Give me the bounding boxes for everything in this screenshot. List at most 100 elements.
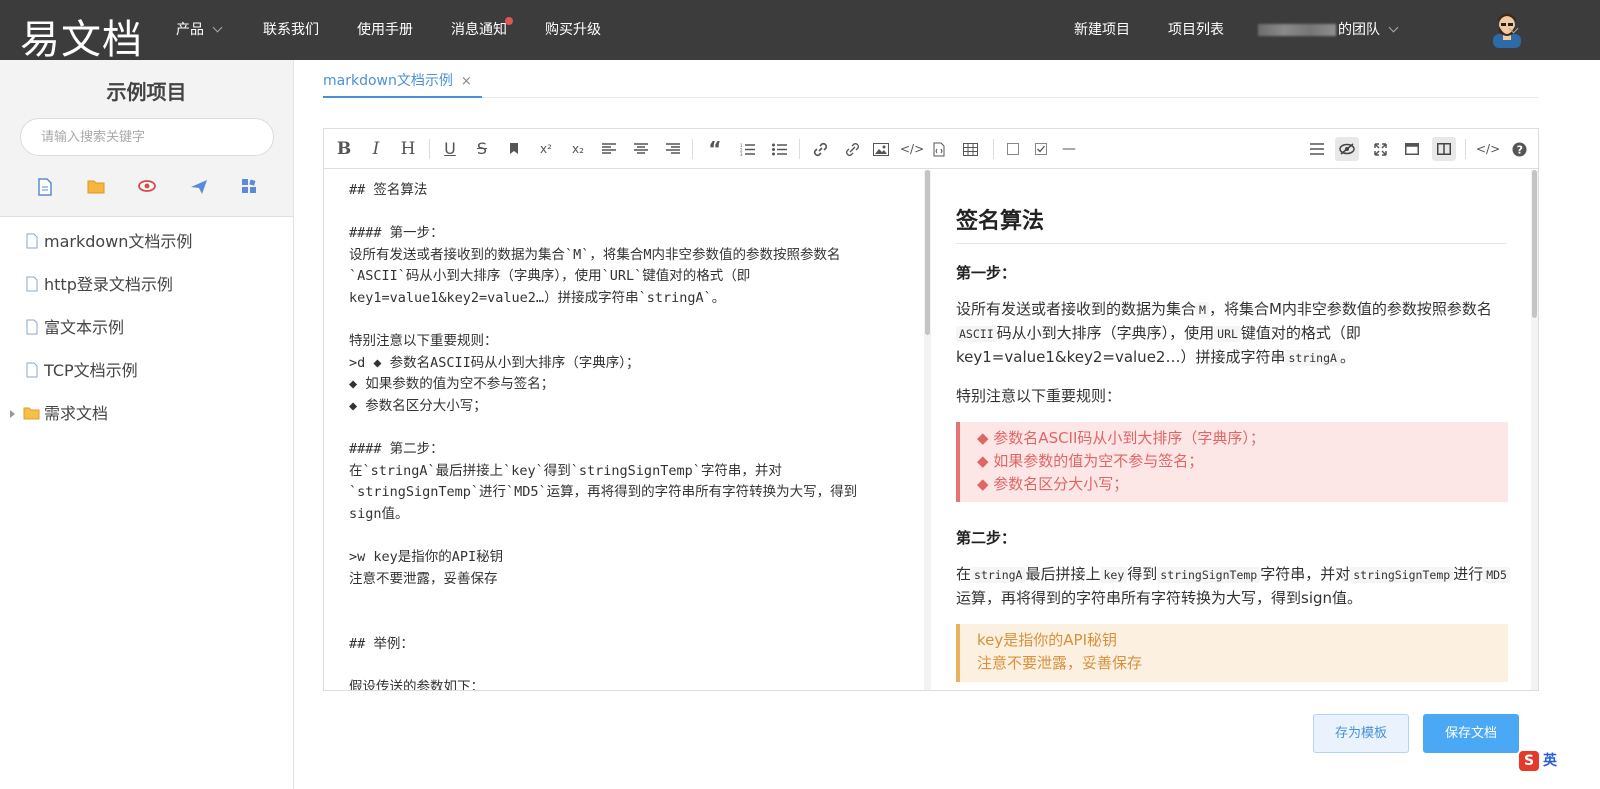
nav-notifications-label: 消息通知: [451, 22, 507, 38]
tree-item-requirements[interactable]: 需求文档: [0, 404, 293, 447]
markdown-source-pane[interactable]: ## 签名算法 #### 第一步： 设所有发送或者接收到的数据为集合`M`，将集合M…: [324, 170, 927, 690]
superscript-icon[interactable]: x²: [534, 137, 558, 161]
table-icon[interactable]: [958, 137, 982, 161]
split-view-icon[interactable]: [1432, 137, 1456, 161]
toggle-preview-eye-icon[interactable]: [1335, 137, 1359, 161]
notification-dot: [505, 17, 513, 25]
project-title: 示例项目: [106, 80, 187, 104]
search-input[interactable]: [20, 118, 274, 156]
doc-tabbar: markdown文档示例 ×: [323, 60, 1538, 98]
preview-step1-heading: 第一步：: [956, 264, 1017, 282]
source-line: key1=value1&key2=value2…）拼接成字符串`stringA`…: [349, 290, 726, 306]
modules-grid-icon[interactable]: [241, 178, 261, 198]
save-as-template-button[interactable]: 存为模板: [1313, 714, 1409, 753]
heading-icon[interactable]: H: [396, 137, 420, 161]
bold-icon[interactable]: B: [332, 137, 356, 161]
ime-indicator[interactable]: S英: [1519, 750, 1567, 772]
anchor-link-icon[interactable]: [840, 137, 864, 161]
nav-contact[interactable]: 联系我们: [263, 20, 319, 40]
share-send-icon[interactable]: [190, 178, 210, 198]
preview-paragraph-2: 在 stringA 最后拼接上 key 得到 stringSignTemp 字符串，并对 st…: [956, 563, 1511, 610]
preview-note: 特别注意以下重要规则：: [956, 387, 1122, 405]
sidebar-actions: [0, 178, 293, 198]
unordered-list-icon[interactable]: [767, 137, 791, 161]
preview-paragraph-1: 设所有发送或者接收到的数据为集合 M ，将集合M内非空参数值的参数按照参数名ASCI…: [956, 300, 1492, 366]
italic-icon[interactable]: I: [364, 137, 388, 161]
horizontal-rule-icon[interactable]: —: [1057, 137, 1081, 161]
tree-item-label: TCP文档示例: [44, 361, 138, 380]
tree-item-richtext[interactable]: 富文本示例: [0, 318, 293, 361]
close-icon[interactable]: ×: [461, 74, 472, 89]
rule-item: ◆ 参数名区分大小写；: [977, 475, 1129, 493]
window-icon[interactable]: [1400, 137, 1424, 161]
image-icon[interactable]: [869, 137, 893, 161]
tree-item-tcp[interactable]: TCP文档示例: [0, 361, 293, 404]
tree-item-http[interactable]: http登录文档示例: [0, 275, 293, 318]
tree-item-markdown[interactable]: markdown文档示例: [0, 232, 293, 275]
source-line: ◆ 参数名区分大小写；: [349, 398, 487, 414]
new-folder-icon[interactable]: [87, 178, 107, 198]
team-selector[interactable]: 的团队: [1258, 20, 1399, 40]
menu-icon[interactable]: [1305, 137, 1329, 161]
save-document-button[interactable]: 保存文档: [1423, 714, 1519, 753]
subscript-icon[interactable]: x₂: [566, 137, 590, 161]
chevron-down-icon: [1388, 22, 1399, 33]
preview-scrollbar[interactable]: [1531, 170, 1538, 690]
nav-manual[interactable]: 使用手册: [357, 20, 413, 40]
source-line: `ASCII`码从小到大排序（字典序），使用`URL`键值对的格式（即: [349, 268, 751, 285]
source-line: #### 第一步：: [349, 225, 444, 242]
source-code-icon[interactable]: </>: [1476, 137, 1500, 161]
new-doc-icon[interactable]: [37, 178, 57, 198]
editor-toolbar: B I H U S x² x₂ “ 123 </> — </> ?: [324, 129, 1538, 169]
tree-item-label: markdown文档示例: [44, 232, 193, 251]
source-line: `stringSignTemp`进行`MD5`运算，再将得到的字符串所有字符转换…: [349, 484, 858, 501]
warning-blockquote: key是指你的API秘钥 注意不要泄露，妥善保存: [956, 624, 1508, 682]
link-icon[interactable]: [808, 137, 832, 161]
document-icon: [26, 233, 38, 254]
source-scrollbar[interactable]: [924, 170, 931, 690]
nav-products[interactable]: 产品: [176, 20, 223, 40]
toolbar-divider: [799, 139, 800, 159]
team-suffix: 的团队: [1338, 22, 1380, 38]
quote-icon[interactable]: “: [703, 137, 727, 161]
underline-icon[interactable]: U: [438, 137, 462, 161]
align-right-icon[interactable]: [661, 137, 685, 161]
code-block-icon[interactable]: [927, 137, 951, 161]
source-line: 设所有发送或者接收到的数据为集合`M`，将集合M内非空参数值的参数按照参数名: [349, 246, 841, 263]
warning-line: 注意不要泄露，妥善保存: [977, 654, 1143, 672]
align-center-icon[interactable]: [629, 137, 653, 161]
expand-caret-icon[interactable]: [10, 410, 15, 418]
nav-upgrade[interactable]: 购买升级: [545, 20, 601, 40]
source-line: 假设传送的参数如下：: [349, 678, 484, 690]
inline-code: key: [1100, 567, 1128, 583]
tree-item-label: http登录文档示例: [44, 275, 173, 294]
inline-code: M: [1196, 302, 1209, 318]
team-name-redacted: [1258, 24, 1336, 36]
bookmark-icon[interactable]: [502, 137, 526, 161]
nav-notifications[interactable]: 消息通知: [451, 17, 513, 40]
document-icon: [26, 319, 38, 340]
checkbox-checked-icon[interactable]: [1029, 137, 1053, 161]
tab-markdown-doc[interactable]: markdown文档示例 ×: [323, 70, 482, 98]
preview-eye-icon[interactable]: [138, 178, 158, 198]
nav-project-list[interactable]: 项目列表: [1168, 20, 1224, 40]
source-line: 注意不要泄露，妥善保存: [349, 570, 498, 587]
nav-new-project[interactable]: 新建项目: [1074, 20, 1130, 40]
help-icon[interactable]: ?: [1507, 137, 1531, 161]
inline-code: URL: [1214, 326, 1241, 342]
user-avatar[interactable]: [1490, 12, 1524, 48]
sidebar-header: 示例项目: [0, 60, 293, 217]
preview-step2-heading: 第二步：: [956, 529, 1017, 547]
fullscreen-icon[interactable]: [1368, 137, 1392, 161]
ordered-list-icon[interactable]: 123: [735, 137, 759, 161]
align-left-icon[interactable]: [597, 137, 621, 161]
scrollbar-thumb[interactable]: [1532, 170, 1537, 318]
strikethrough-icon[interactable]: S: [470, 137, 494, 161]
checkbox-empty-icon[interactable]: [1001, 137, 1025, 161]
document-icon: [26, 276, 38, 297]
code-inline-icon[interactable]: </>: [900, 137, 924, 161]
scrollbar-thumb[interactable]: [925, 170, 930, 335]
app-logo[interactable]: 易文档: [20, 7, 143, 65]
danger-blockquote: ◆ 参数名ASCII码从小到大排序（字典序）； ◆ 如果参数的值为空不参与签名；…: [956, 422, 1508, 502]
toolbar-divider: [993, 139, 994, 159]
